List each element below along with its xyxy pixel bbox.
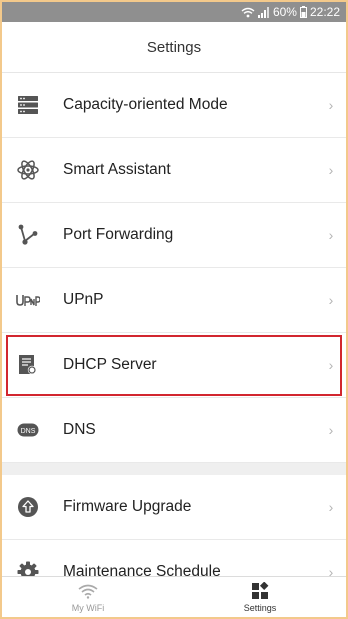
grid-icon	[251, 581, 269, 601]
settings-item-dns[interactable]: DNS DNS ›	[2, 398, 346, 463]
settings-item-label: DNS	[63, 421, 96, 438]
settings-list: Capacity-oriented Mode › Smart Assistant…	[2, 73, 346, 605]
bottom-tab-bar: My WiFi Settings	[2, 576, 346, 617]
dns-icon: DNS	[16, 418, 40, 442]
chevron-right-icon: ›	[328, 97, 334, 113]
tab-settings[interactable]: Settings	[174, 577, 346, 617]
settings-item-smart-assistant[interactable]: Smart Assistant ›	[2, 138, 346, 203]
svg-text:DNS: DNS	[21, 428, 36, 435]
page-header: Settings	[2, 22, 346, 73]
chevron-right-icon: ›	[328, 357, 334, 373]
settings-item-capacity-mode[interactable]: Capacity-oriented Mode ›	[2, 73, 346, 138]
tab-label: Settings	[243, 603, 277, 613]
settings-item-firmware-upgrade[interactable]: Firmware Upgrade ›	[2, 475, 346, 540]
chevron-right-icon: ›	[328, 422, 334, 438]
settings-item-label: DHCP Server	[63, 356, 157, 373]
settings-item-dhcp-server[interactable]: DHCP Server ›	[2, 333, 346, 398]
chevron-right-icon: ›	[328, 292, 334, 308]
battery-icon	[299, 6, 307, 18]
dhcp-document-icon	[16, 353, 40, 377]
settings-item-port-forwarding[interactable]: Port Forwarding ›	[2, 203, 346, 268]
settings-item-label: UPnP	[63, 291, 104, 308]
wifi-icon	[78, 581, 98, 601]
settings-item-label: Firmware Upgrade	[63, 498, 192, 515]
app-frame: 60% 22:22 Settings Capacity-oriented Mod…	[0, 0, 348, 619]
clock: 22:22	[309, 5, 340, 19]
wifi-status-icon	[241, 7, 255, 17]
upload-circle-icon	[16, 495, 40, 519]
battery-percent: 60%	[272, 5, 297, 19]
settings-item-label: Port Forwarding	[63, 226, 174, 243]
section-divider	[2, 463, 346, 475]
signal-icon	[257, 6, 269, 18]
chevron-right-icon: ›	[328, 499, 334, 515]
tab-label: My WiFi	[71, 603, 105, 613]
settings-item-label: Capacity-oriented Mode	[63, 96, 228, 113]
chevron-right-icon: ›	[328, 162, 334, 178]
tab-my-wifi[interactable]: My WiFi	[2, 577, 174, 617]
atom-icon	[16, 158, 40, 182]
page-title: Settings	[146, 38, 202, 56]
upnp-icon	[16, 288, 40, 312]
settings-item-upnp[interactable]: UPnP ›	[2, 268, 346, 333]
chevron-right-icon: ›	[328, 227, 334, 243]
status-bar: 60% 22:22	[2, 2, 346, 22]
settings-item-label: Smart Assistant	[63, 161, 171, 178]
server-icon	[16, 93, 40, 117]
fork-icon	[16, 223, 40, 247]
